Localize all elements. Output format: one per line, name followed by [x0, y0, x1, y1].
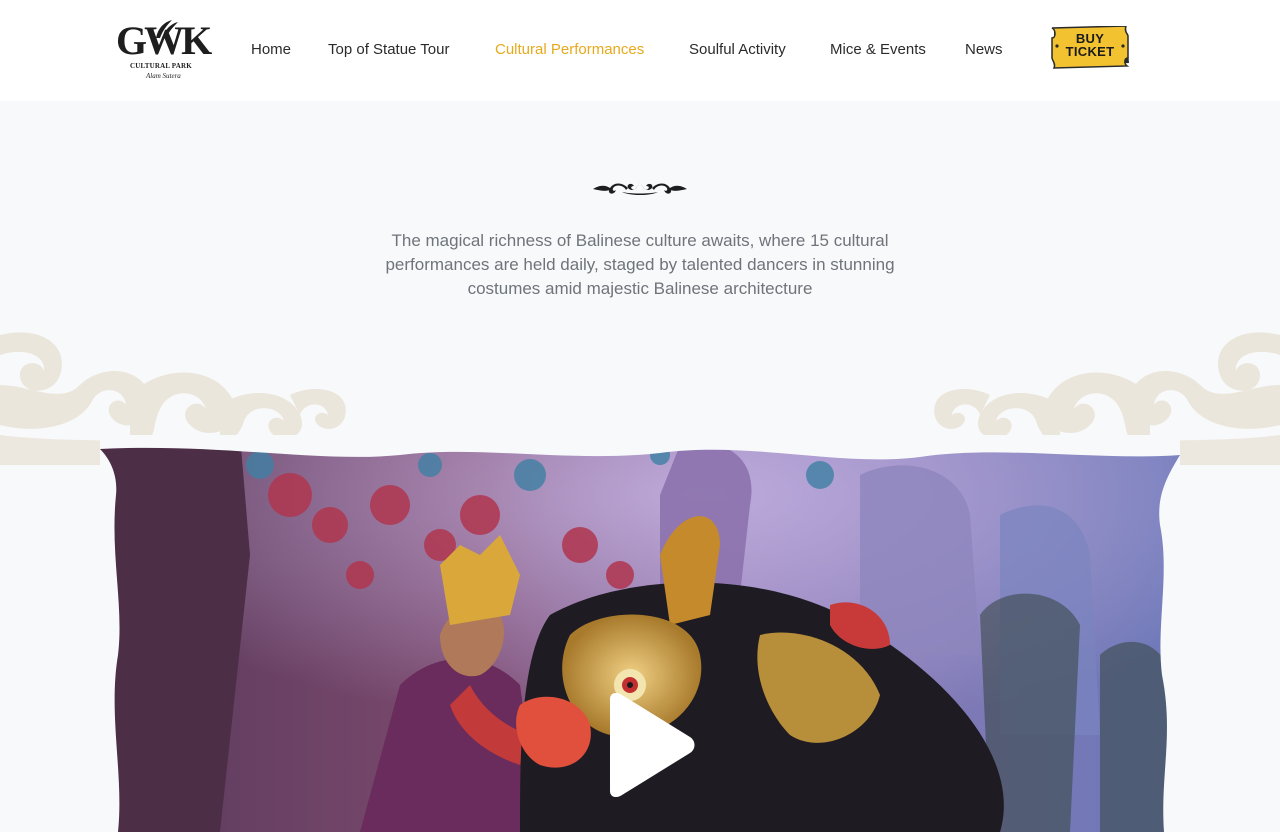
logo-subtitle: CULTURAL PARK: [130, 62, 192, 70]
nav-home[interactable]: Home: [251, 41, 291, 58]
logo-script: Alam Sutera: [146, 72, 181, 80]
play-icon[interactable]: [600, 693, 696, 797]
ornament-icon: [593, 182, 687, 195]
ticket-label-line2: TICKET: [1065, 44, 1115, 59]
nav-top-of-statue-tour[interactable]: Top of Statue Tour: [328, 41, 449, 58]
intro-text: The magical richness of Balinese culture…: [385, 231, 895, 298]
nav-mice-events[interactable]: Mice & Events: [830, 41, 926, 58]
gwk-logo[interactable]: GWK CULTURAL PARK Alam Sutera: [116, 18, 212, 84]
site-header: GWK CULTURAL PARK Alam Sutera Home Top o…: [0, 0, 1280, 101]
ticket-label: BUY TICKET: [1050, 32, 1130, 58]
nav-soulful-activity[interactable]: Soulful Activity: [689, 41, 786, 58]
nav-news[interactable]: News: [965, 41, 1003, 58]
buy-ticket-button[interactable]: BUY TICKET: [1050, 25, 1130, 71]
nav-cultural-performances[interactable]: Cultural Performances: [495, 41, 644, 58]
logo-mark: GWK: [116, 18, 212, 63]
